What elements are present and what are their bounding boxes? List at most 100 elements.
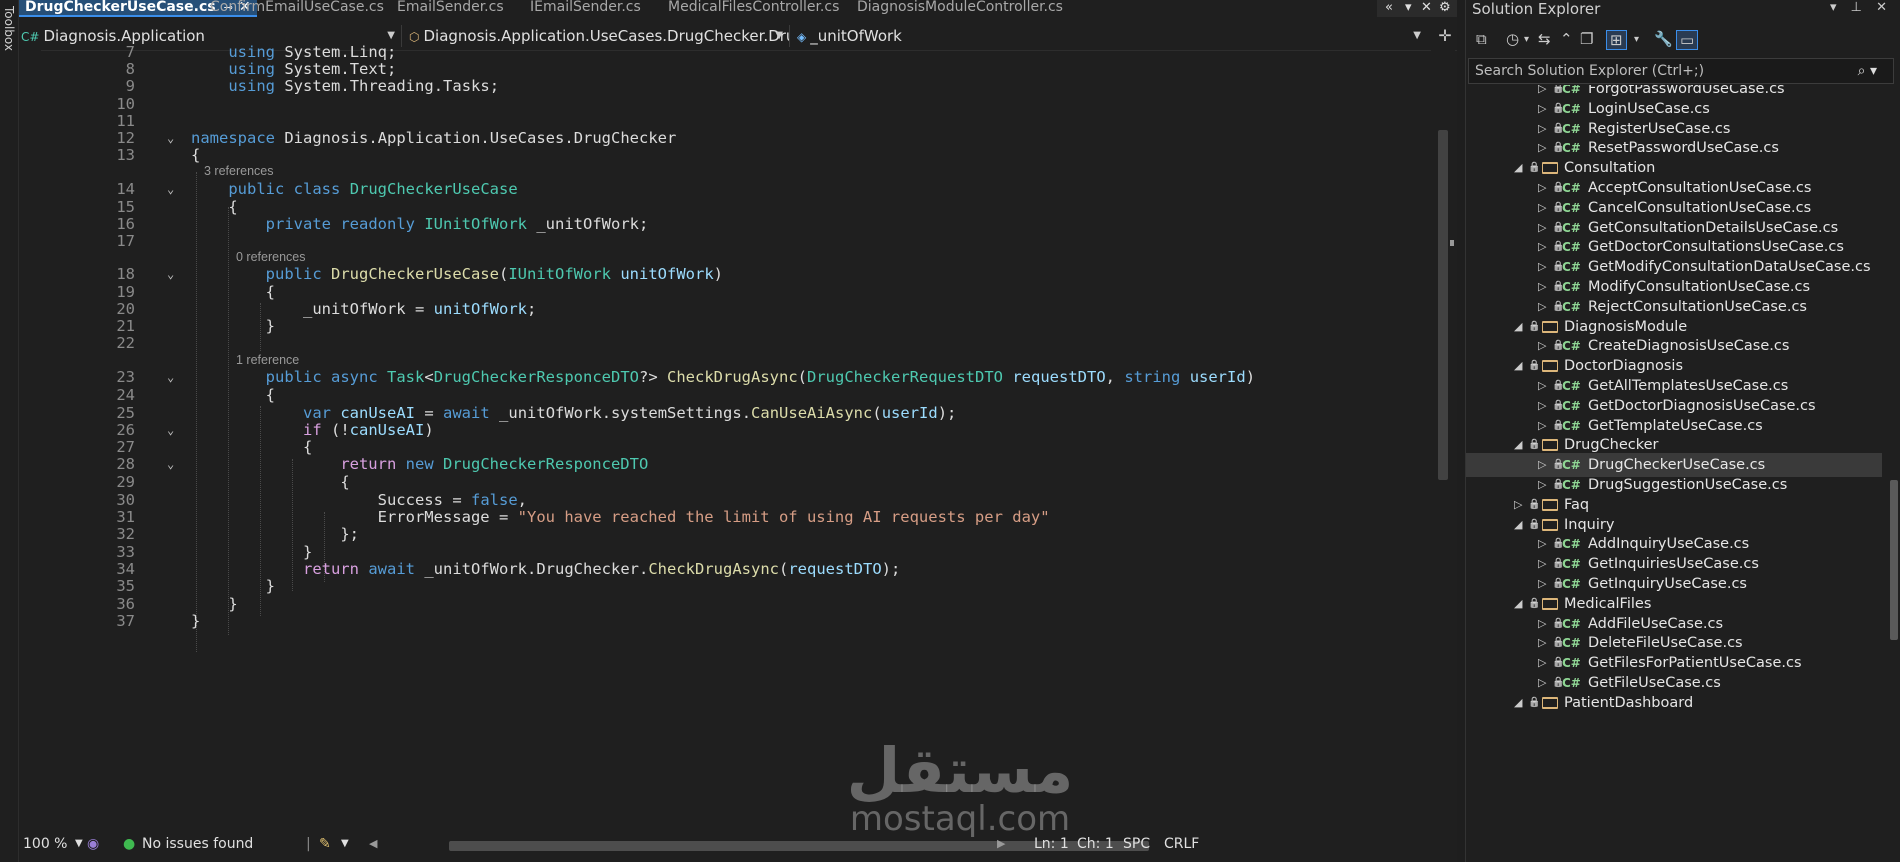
code-editor: DrugCheckerUseCase.cs ⊸ ✕ ConfirmEmailUseC…	[19, 0, 1457, 862]
indicator-margin	[19, 50, 41, 828]
solution-search-input[interactable]: Search Solution Explorer (Ctrl+;) ⌕ ▾	[1468, 58, 1894, 84]
watermark-latin: mostaql.com	[849, 799, 1071, 839]
fold-chevron-icon[interactable]: ⌄	[167, 454, 174, 475]
panel-controls: ▾ ⊥ ✕	[1830, 0, 1887, 15]
tab-medicalfilescontroller[interactable]: MedicalFilesController.cs	[668, 0, 839, 17]
class-icon: ⬡	[409, 30, 420, 44]
code-text: public async Task<DrugCheckerResponceDTO…	[265, 368, 1256, 386]
code-text: {	[191, 146, 201, 164]
codelens-references[interactable]: 3 references	[204, 163, 273, 179]
codelens-references[interactable]: 0 references	[236, 249, 305, 265]
folder-icon	[1542, 320, 1558, 333]
watermark: مستقل mostaql.com	[840, 734, 1080, 839]
horizontal-scrollbar[interactable]	[449, 841, 1239, 851]
fold-chevron-icon[interactable]: ⌄	[167, 264, 174, 285]
folder-icon	[1542, 518, 1558, 531]
solution-explorer-title: Solution Explorer	[1472, 0, 1601, 18]
scroll-left-icon[interactable]: ◀	[369, 833, 377, 855]
tab-dropdown-icon[interactable]: ▾	[1405, 0, 1412, 16]
member-label: _unitOfWork	[810, 27, 902, 45]
folder-icon	[1542, 360, 1558, 373]
history-icon[interactable]: ◷	[1506, 30, 1519, 48]
chevron-down-icon[interactable]: ▾	[1524, 34, 1529, 45]
preview-icon[interactable]: ▭	[1676, 30, 1699, 50]
column-indicator[interactable]: Ch: 1	[1077, 833, 1114, 855]
fold-chevron-icon[interactable]: ⌄	[167, 420, 174, 441]
tree-scrollbar[interactable]	[1887, 85, 1900, 862]
brush-icon[interactable]: ✎	[319, 833, 331, 855]
zoom-level[interactable]: 100 %	[23, 833, 67, 855]
close-icon[interactable]: ✕	[1876, 0, 1887, 15]
field-icon: ◈	[797, 30, 807, 44]
folder-icon	[1542, 439, 1558, 452]
tab-controls: « ▾ ✕ ⚙	[1377, 0, 1457, 17]
toolbox-strip[interactable]: Toolbox	[0, 0, 19, 862]
search-icon[interactable]: ⌕ ▾	[1858, 59, 1877, 83]
solution-tree[interactable]: ▷ 🔒 C# ForgotPasswordUseCase.cs ▷ 🔒 C# LoginUse…	[1466, 85, 1882, 862]
chevron-down-icon[interactable]: ▼	[341, 833, 349, 855]
code-area[interactable]: 7 using System.Linq; 8 using System.Text;…	[19, 43, 1431, 828]
chevron-down-icon[interactable]: ▼	[75, 833, 83, 855]
solution-explorer: Solution Explorer ▾ ⊥ ✕ ⧉ ◷ ▾ ⇆ ⌃ ❐ ⊞ ▾ …	[1465, 0, 1900, 862]
collapse-arrow-icon[interactable]: ◢	[1514, 691, 1522, 715]
tree-folder[interactable]: ◢ 🔒 PatientDashboard	[1466, 691, 1882, 715]
chevron-down-icon: ▼	[1413, 30, 1421, 41]
fold-chevron-icon[interactable]: ⌄	[167, 179, 174, 200]
line-number: 13	[116, 146, 135, 164]
window-position-icon[interactable]: ▾	[1830, 0, 1837, 15]
tab-label: DrugCheckerUseCase.cs	[25, 0, 216, 15]
show-all-files-icon[interactable]: ⊞	[1606, 30, 1627, 50]
tab-iemailsender[interactable]: IEmailSender.cs	[530, 0, 641, 17]
copilot-icon[interactable]: ◉	[87, 833, 99, 855]
codelens-references[interactable]: 1 reference	[236, 352, 299, 368]
issues-status[interactable]: No issues found	[142, 833, 253, 855]
code-text: private readonly IUnitOfWork _unitOfWork…	[265, 215, 649, 233]
lock-icon: 🔒	[1528, 696, 1541, 708]
scroll-thumb[interactable]	[1438, 130, 1448, 480]
code-text: }	[191, 612, 201, 630]
watermark-arabic: مستقل	[846, 734, 1074, 807]
properties-wrench-icon[interactable]: 🔧	[1654, 30, 1673, 48]
csharp-project-icon: C#	[21, 30, 40, 44]
copy-icon[interactable]: ❐	[1580, 30, 1593, 48]
tab-diagnosismodulecontroller[interactable]: DiagnosisModuleController.cs	[857, 0, 1063, 17]
code-text: return await _unitOfWork.DrugChecker.Che…	[302, 560, 901, 578]
check-circle-icon: ●	[123, 836, 136, 852]
scroll-marker	[1450, 240, 1454, 246]
tab-confirmemailusecase[interactable]: ConfirmEmailUseCase.cs	[210, 0, 384, 17]
sync-icon[interactable]: ⇆	[1538, 30, 1551, 48]
collapse-all-icon[interactable]: ⌃	[1560, 30, 1573, 48]
pin-icon[interactable]: ⊥	[1851, 0, 1862, 15]
divider: |	[306, 836, 311, 852]
tab-emailsender[interactable]: EmailSender.cs	[397, 0, 504, 17]
toolbox-label[interactable]: Toolbox	[2, 6, 16, 51]
scroll-thumb[interactable]	[1890, 480, 1898, 640]
editor-status-bar: 100 % ▼ ◉ ● No issues found | ✎ ▼ ◀ ▶ Ln…	[19, 828, 1457, 862]
tree-item-label: PatientDashboard	[1564, 694, 1694, 711]
search-placeholder: Search Solution Explorer (Ctrl+;)	[1475, 63, 1705, 79]
switch-views-icon[interactable]: ⧉	[1476, 30, 1487, 48]
code-text: }	[265, 317, 275, 335]
fold-chevron-icon[interactable]: ⌄	[167, 367, 174, 388]
chevron-down-icon: ▼	[775, 30, 783, 41]
overflow-tabs-icon[interactable]: «	[1385, 0, 1393, 16]
line-ending-indicator[interactable]: CRLF	[1164, 833, 1199, 855]
member-dropdown[interactable]: ◈ _unitOfWork ▼	[797, 25, 1427, 47]
whitespace-indicator[interactable]: SPC	[1123, 833, 1150, 855]
vertical-scrollbar[interactable]	[1431, 50, 1455, 828]
split-editor-icon[interactable]: ✛	[1433, 22, 1457, 50]
folder-icon	[1542, 597, 1558, 610]
chevron-down-icon[interactable]: ▾	[1634, 34, 1639, 45]
fold-chevron-icon[interactable]: ⌄	[167, 128, 174, 149]
folder-icon	[1542, 498, 1558, 511]
folder-icon	[1542, 696, 1558, 709]
code-text: public class DrugCheckerUseCase	[228, 180, 518, 198]
type-label: Diagnosis.Application.UseCases.DrugCheck…	[423, 27, 789, 45]
code-text: namespace Diagnosis.Application.UseCases…	[191, 129, 677, 147]
tab-close-all-icon[interactable]: ✕	[1421, 0, 1432, 16]
solution-explorer-toolbar: ⧉ ◷ ▾ ⇆ ⌃ ❐ ⊞ ▾ 🔧 ▭	[1466, 26, 1900, 54]
settings-icon[interactable]: ⚙	[1439, 0, 1451, 16]
code-text: using System.Threading.Tasks;	[228, 77, 500, 95]
type-dropdown[interactable]: ⬡ Diagnosis.Application.UseCases.DrugChec…	[409, 25, 790, 47]
line-number: 17	[116, 232, 135, 250]
